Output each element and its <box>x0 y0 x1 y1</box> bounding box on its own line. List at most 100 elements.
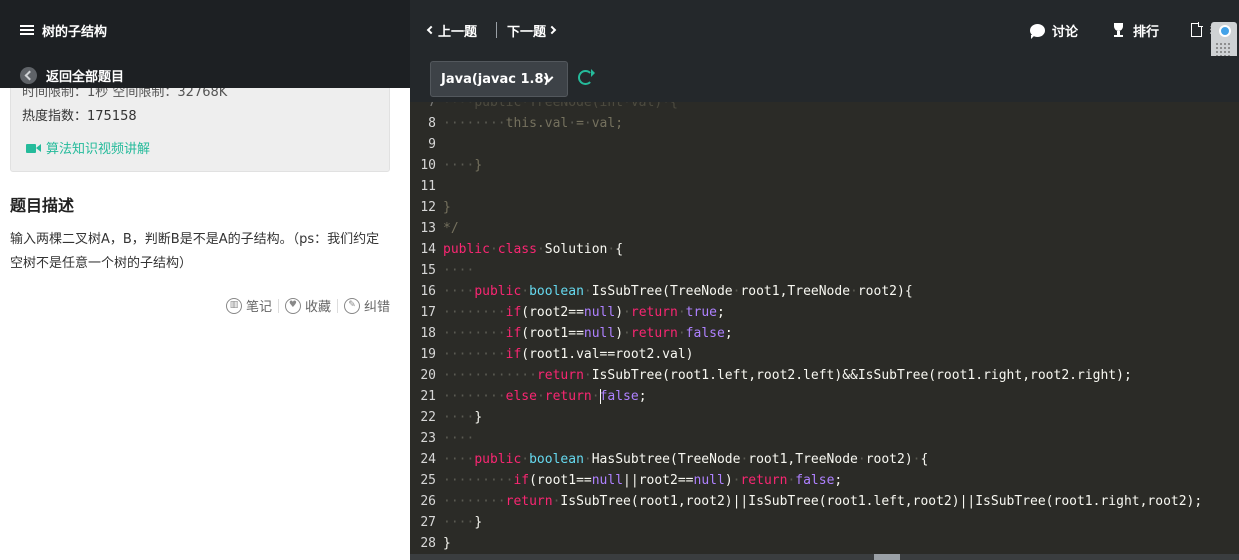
next-problem-button[interactable]: 下一题 <box>507 20 557 40</box>
line-number: 12 <box>420 200 436 215</box>
action-divider <box>277 298 279 313</box>
report-label: 纠错 <box>363 300 390 315</box>
code-line: 15 ···· <box>410 260 1239 281</box>
code-text: ····public·boolean·IsSubTree(TreeNode·ro… <box>443 284 913 299</box>
line-number: 20 <box>420 368 436 383</box>
code-text: ···· <box>443 263 475 278</box>
back-label: 返回全部题目 <box>46 69 125 85</box>
line-number: 16 <box>420 284 436 299</box>
line-number: 28 <box>420 536 436 551</box>
discuss-label: 讨论 <box>1052 24 1079 40</box>
code-text: } <box>443 536 451 551</box>
app-root: 时间限制：1秒 空间限制：32768K 热度指数：175158 算法知识视频讲解… <box>0 0 1239 560</box>
code-text: ····public·TreeNode(int·val)·{ <box>443 102 678 110</box>
left-header: 树的子结构 返回全部题目 <box>0 0 410 88</box>
note-button[interactable]: ▥ 笔记 <box>225 296 272 315</box>
code-text: ············return·IsSubTree(root1.left,… <box>443 368 1132 383</box>
document-icon <box>1191 22 1203 37</box>
code-line: 24 ····public·boolean·HasSubtree(TreeNode… <box>410 449 1239 470</box>
code-text: } <box>443 200 451 215</box>
problem-actions: ▥ 笔记 ♥ 收藏 ✎ 纠错 <box>225 296 390 315</box>
code-line: 18 ········if(root1==null)·return·false; <box>410 323 1239 344</box>
prev-problem-button[interactable]: 上一题 <box>426 20 478 40</box>
code-text: ········return·IsSubTree(root1,root2)||I… <box>443 494 1203 509</box>
code-text: public·class·Solution·{ <box>443 242 624 257</box>
code-line: 9 <box>410 134 1239 155</box>
discuss-button[interactable]: 讨论 <box>1030 20 1078 40</box>
rank-label: 排行 <box>1133 24 1160 40</box>
code-text: */ <box>443 221 459 236</box>
code-line: 14 public·class·Solution·{ <box>410 239 1239 260</box>
line-number: 7 <box>428 102 436 110</box>
code-line: 26 ········return·IsSubTree(root1,root2)|… <box>410 491 1239 512</box>
back-to-all-button[interactable]: 返回全部题目 <box>20 65 124 85</box>
note-label: 笔记 <box>245 300 272 315</box>
chat-bubble-icon <box>1030 23 1045 39</box>
code-line: 17 ········if(root2==null)·return·true; <box>410 302 1239 323</box>
collect-label: 收藏 <box>304 300 331 315</box>
line-number: 8 <box>428 116 436 131</box>
line-number: 26 <box>420 494 436 509</box>
line-number: 10 <box>420 158 436 173</box>
line-number: 18 <box>420 326 436 341</box>
code-text: ····public·boolean·HasSubtree(TreeNode·r… <box>443 452 929 467</box>
problem-pane: 时间限制：1秒 空间限制：32768K 热度指数：175158 算法知识视频讲解… <box>0 0 410 560</box>
code-text: ···· <box>443 431 475 446</box>
code-text: ·········if(root1==null||root2==null)·re… <box>443 473 843 488</box>
code-pane: 上一题 下一题 讨论 排行 我的 <box>410 0 1239 560</box>
code-line: 19 ········if(root1.val==root2.val) <box>410 344 1239 365</box>
video-camera-icon <box>26 143 42 153</box>
line-number: 24 <box>420 452 436 467</box>
scrollbar-thumb[interactable] <box>874 554 900 560</box>
action-divider <box>336 298 338 313</box>
chevron-right-icon <box>547 25 557 35</box>
code-line: 13 */ <box>410 218 1239 239</box>
line-number: 9 <box>428 137 436 152</box>
code-text: ········if(root1.val==root2.val) <box>443 347 694 362</box>
code-line: 16 ····public·boolean·IsSubTree(TreeNode·… <box>410 281 1239 302</box>
problem-title: 树的子结构 <box>42 24 108 40</box>
code-text: ····} <box>443 410 483 425</box>
code-line: 12} <box>410 197 1239 218</box>
code-line: 25 ·········if(root1==null||root2==null)·… <box>410 470 1239 491</box>
code-line: 28} <box>410 533 1239 554</box>
refresh-icon[interactable] <box>578 69 595 85</box>
line-number: 27 <box>420 515 436 530</box>
line-number: 19 <box>420 347 436 362</box>
video-link-label: 算法知识视频讲解 <box>46 142 151 157</box>
horizontal-scrollbar[interactable] <box>410 554 1239 560</box>
code-line: 23 ···· <box>410 428 1239 449</box>
code-line: 11 <box>410 176 1239 197</box>
code-text: ········else·return·false; <box>443 389 647 404</box>
code-line: 20 ············return·IsSubTree(root1.lef… <box>410 365 1239 386</box>
rank-button[interactable]: 排行 <box>1112 20 1159 40</box>
heart-icon: ♥ <box>284 297 301 314</box>
problem-title-row: 树的子结构 <box>20 20 107 40</box>
line-number: 22 <box>420 410 436 425</box>
line-number: 17 <box>420 305 436 320</box>
description-heading: 题目描述 <box>10 196 75 215</box>
prev-label: 上一题 <box>438 24 478 40</box>
language-value: Java(javac 1.8) <box>441 71 550 87</box>
book-icon: ▥ <box>225 297 242 314</box>
code-line: 7 ····public·TreeNode(int·val)·{ <box>410 102 1239 113</box>
line-number: 11 <box>420 179 436 194</box>
back-circle-icon <box>20 66 37 84</box>
code-editor[interactable]: 7 ····public·TreeNode(int·val)·{8 ········… <box>410 102 1239 560</box>
edit-icon: ✎ <box>343 297 360 314</box>
code-topbar: 上一题 下一题 讨论 排行 我的 <box>410 0 1239 64</box>
code-line: 27 ····} <box>410 512 1239 533</box>
line-number: 23 <box>420 431 436 446</box>
code-line: 8 ········this.val·=·val; <box>410 113 1239 134</box>
next-label: 下一题 <box>507 24 547 40</box>
line-number: 15 <box>420 263 436 278</box>
collect-button[interactable]: ♥ 收藏 <box>284 296 331 315</box>
list-icon <box>20 24 34 36</box>
code-text: ····} <box>443 158 483 173</box>
description-text: 输入两棵二叉树A，B，判断B是不是A的子结构。（ps：我们约定空树不是任意一个树… <box>10 232 380 271</box>
line-number: 14 <box>420 242 436 257</box>
video-explanation-link[interactable]: 算法知识视频讲解 <box>26 138 150 157</box>
language-select[interactable]: Java(javac 1.8) <box>430 61 568 97</box>
code-text: ········this.val·=·val; <box>443 116 624 131</box>
report-error-button[interactable]: ✎ 纠错 <box>343 296 390 315</box>
